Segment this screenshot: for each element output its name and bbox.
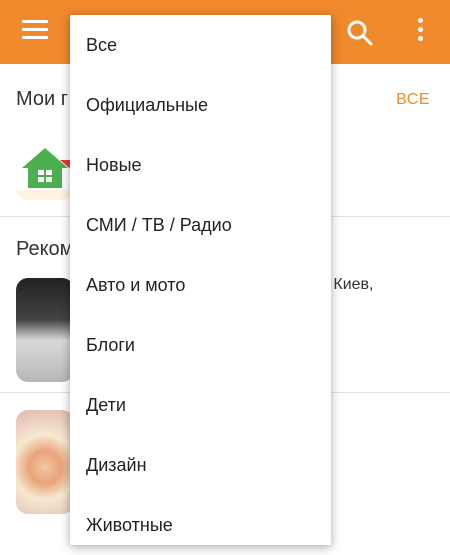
- menu-item-media[interactable]: СМИ / ТВ / Радио: [70, 195, 331, 255]
- house-logo-icon: [16, 142, 74, 200]
- menu-item-auto[interactable]: Авто и мото: [70, 255, 331, 315]
- more-vertical-icon[interactable]: [414, 18, 426, 46]
- group-thumbnail[interactable]: [16, 142, 74, 200]
- category-dropdown-menu: Все Официальные Новые СМИ / ТВ / Радио А…: [70, 15, 331, 545]
- recommended-thumbnail[interactable]: [16, 410, 74, 514]
- my-groups-title: Мои г: [16, 88, 69, 110]
- recommended-thumbnail[interactable]: [16, 278, 74, 382]
- menu-item-blogs[interactable]: Блоги: [70, 315, 331, 375]
- hamburger-menu-icon[interactable]: [22, 20, 48, 42]
- menu-item-kids[interactable]: Дети: [70, 375, 331, 435]
- menu-item-official[interactable]: Официальные: [70, 75, 331, 135]
- see-all-link[interactable]: ВСЕ: [396, 91, 430, 109]
- menu-item-design[interactable]: Дизайн: [70, 435, 331, 495]
- recommended-title: Реком: [16, 238, 74, 260]
- menu-item-animals[interactable]: Животные: [70, 495, 331, 555]
- menu-item-all[interactable]: Все: [70, 15, 331, 75]
- menu-item-new[interactable]: Новые: [70, 135, 331, 195]
- search-icon[interactable]: [346, 19, 374, 47]
